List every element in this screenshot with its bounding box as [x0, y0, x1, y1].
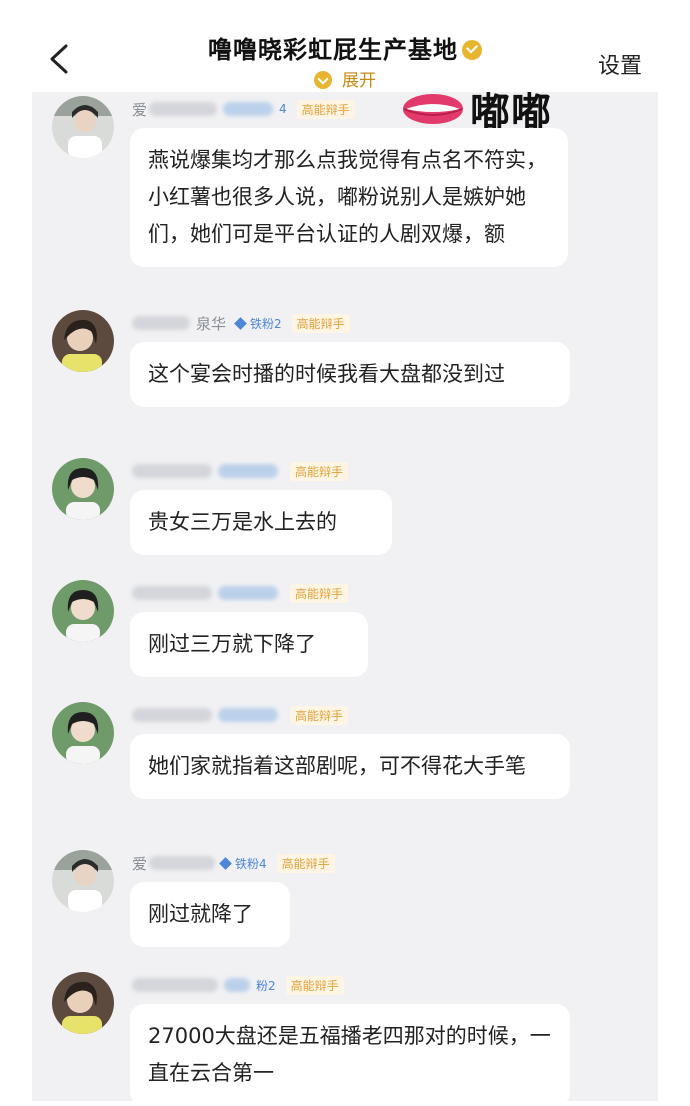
- message-meta: 高能辩手: [132, 582, 349, 604]
- fan-level: 粉2: [256, 978, 276, 993]
- user-avatar[interactable]: [52, 850, 114, 912]
- blurred-fan-badge: [218, 708, 278, 722]
- chevron-down-icon: [314, 71, 332, 89]
- group-title-area: 噜噜晓彩虹屁生产基地: [0, 30, 690, 65]
- message-bubble: 27000大盘还是五福播老四那对的时候，一直在云合第一: [130, 1004, 570, 1106]
- fan-badge: 铁粉4: [221, 855, 267, 872]
- group-title: 噜噜晓彩虹屁生产基地: [208, 36, 458, 64]
- blurred-name: [132, 316, 190, 330]
- message-bubble: 刚过就降了: [130, 882, 290, 947]
- message-meta: 粉2 高能辩手: [132, 974, 344, 996]
- title-badge: 高能辩手: [290, 583, 349, 603]
- title-badge: 高能辩手: [290, 705, 349, 725]
- sender-name: 泉华: [196, 314, 227, 333]
- fan-level: 4: [279, 102, 287, 116]
- blurred-fan-badge: [218, 464, 278, 478]
- message-meta: 爱 铁粉4 高能辩手: [132, 852, 335, 874]
- blurred-fan-badge: [224, 978, 250, 992]
- message-meta: 泉华 铁粉2 高能辩手: [132, 312, 350, 334]
- chat-header: 噜噜晓彩虹屁生产基地 展开 设置: [0, 0, 690, 92]
- message-meta: 高能辩手: [132, 460, 349, 482]
- user-avatar[interactable]: [52, 96, 114, 158]
- expand-label: 展开: [342, 71, 376, 91]
- user-avatar[interactable]: [52, 972, 114, 1034]
- message-bubble: 她们家就指着这部剧呢，可不得花大手笔: [130, 734, 570, 799]
- message-bubble: 贵女三万是水上去的: [130, 490, 392, 555]
- title-badge: 高能辩手: [276, 853, 335, 873]
- user-avatar[interactable]: [52, 310, 114, 372]
- blurred-name: [149, 856, 216, 870]
- title-badge: 高能辩手: [296, 99, 355, 119]
- blurred-name: [132, 708, 212, 722]
- sender-name: 爱: [132, 100, 148, 119]
- blurred-name: [132, 978, 218, 992]
- blurred-fan-badge: [223, 102, 274, 116]
- lips-overlay: 嘟嘟: [402, 84, 552, 136]
- message-meta: 高能辩手: [132, 704, 349, 726]
- message-bubble: 燕说爆集均才那么点我觉得有点名不符实，小红薯也很多人说，嘟粉说别人是嫉妒她们，她…: [130, 128, 568, 267]
- message-meta: 爱 4 高能辩手: [132, 98, 355, 120]
- user-avatar[interactable]: [52, 580, 114, 642]
- blurred-name: [149, 102, 218, 116]
- title-badge: 高能辩手: [291, 313, 350, 333]
- user-avatar[interactable]: [52, 458, 114, 520]
- blurred-name: [132, 464, 212, 478]
- message-bubble: 刚过三万就下降了: [130, 612, 368, 677]
- sender-name: 爱: [132, 854, 148, 873]
- title-badge: 高能辩手: [285, 975, 344, 995]
- lips-icon: [403, 94, 463, 124]
- settings-button[interactable]: 设置: [598, 48, 642, 80]
- title-badge: 高能辩手: [290, 461, 349, 481]
- fan-badge: 铁粉2: [236, 315, 282, 332]
- message-bubble: 这个宴会时播的时候我看大盘都没到过: [130, 342, 570, 407]
- blurred-fan-badge: [218, 586, 278, 600]
- verified-badge-icon: [462, 40, 482, 60]
- expand-toggle[interactable]: 展开: [0, 66, 690, 91]
- blurred-name: [132, 586, 212, 600]
- user-avatar[interactable]: [52, 702, 114, 764]
